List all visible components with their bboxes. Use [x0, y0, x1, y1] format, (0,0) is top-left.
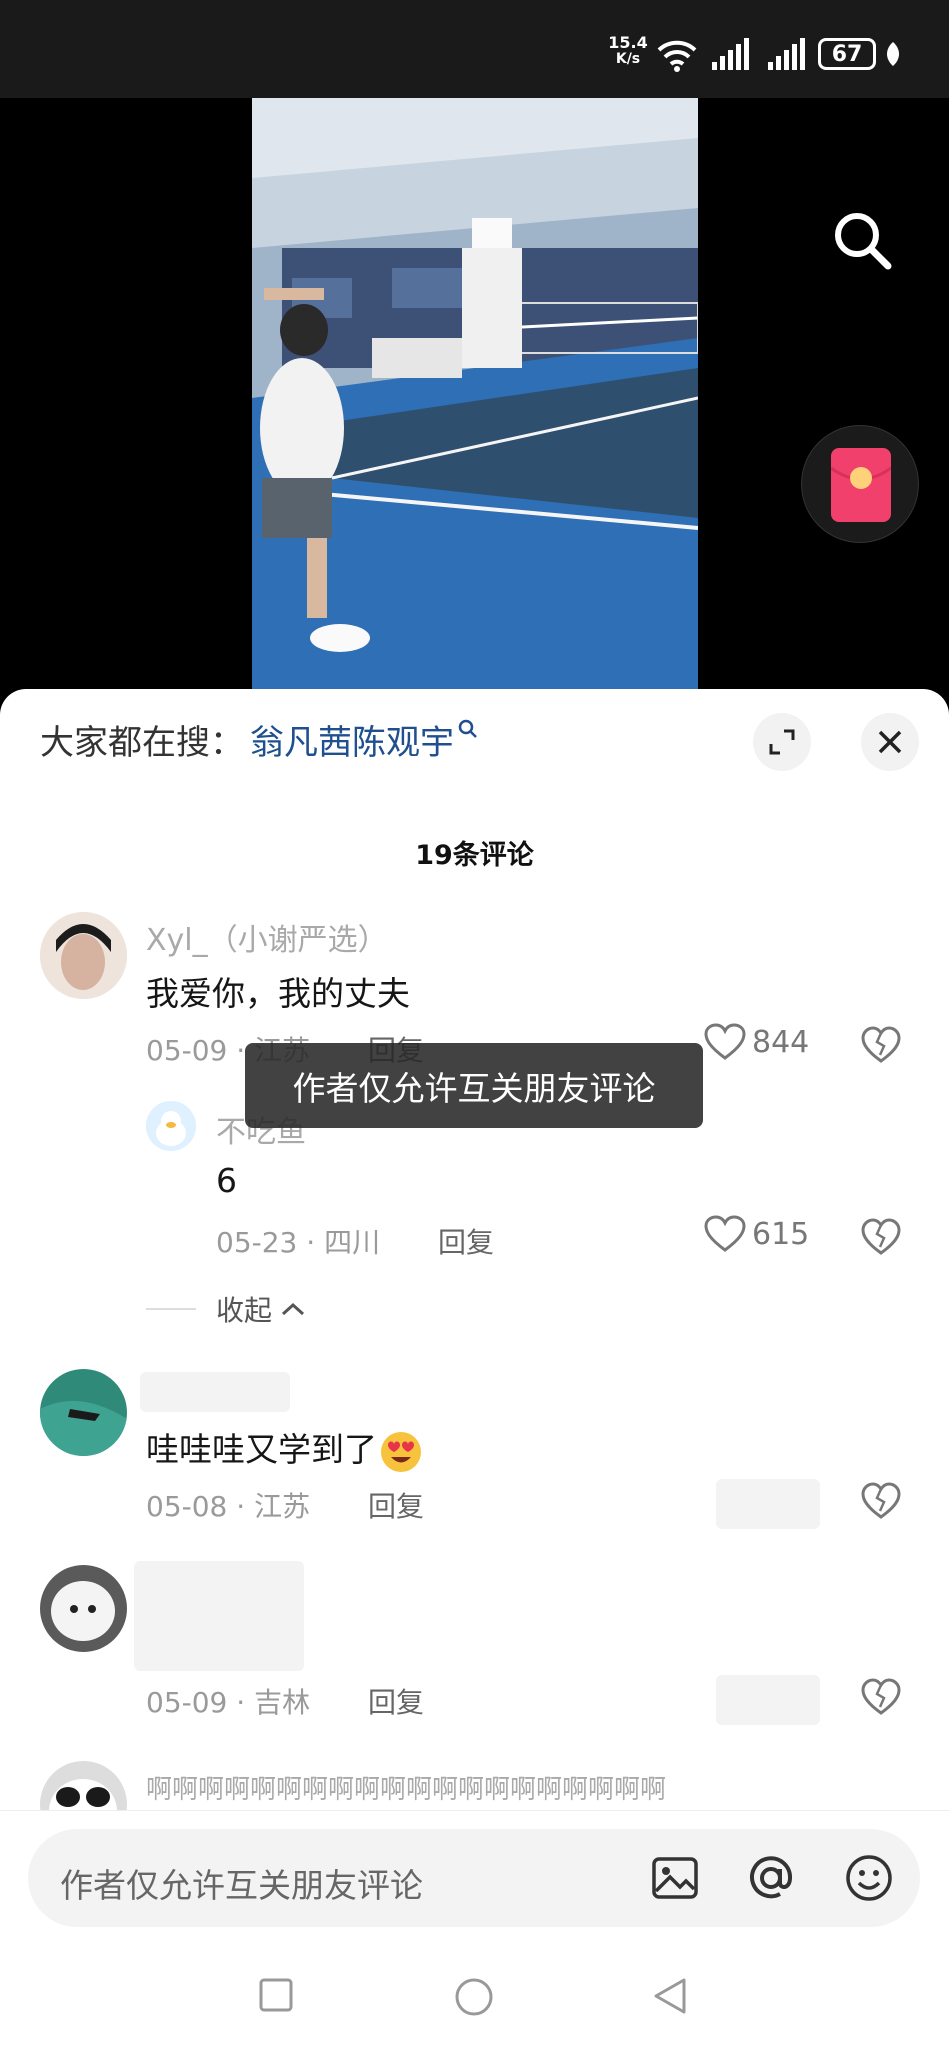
comment-author[interactable]: 啊啊啊啊啊啊啊啊啊啊啊啊啊啊啊啊啊啊啊啊	[146, 1769, 666, 1806]
expand-icon	[769, 729, 795, 755]
comment-text: 哇哇哇又学到了	[146, 1423, 423, 1474]
at-icon[interactable]	[746, 1853, 796, 1903]
like-area-blurred	[716, 1479, 820, 1529]
network-speed: 15.4 K/s	[606, 34, 650, 68]
avatar[interactable]	[40, 1565, 127, 1652]
comment-count: 19条评论	[415, 840, 534, 871]
broken-heart-icon[interactable]	[861, 1025, 901, 1065]
nav-back-icon[interactable]	[652, 1977, 688, 2015]
hot-search-prefix: 大家都在搜：	[40, 723, 244, 763]
nav-recent-icon[interactable]	[258, 1977, 294, 2013]
comment-input-bar: 作者仅允许互关朋友评论	[0, 1810, 949, 2048]
like-button[interactable]: 615	[704, 1215, 809, 1253]
comment-text-content: 哇哇哇又学到了	[146, 1430, 377, 1469]
nav-home-icon[interactable]	[454, 1977, 494, 2017]
net-speed-unit: K/s	[615, 51, 641, 67]
like-count: 844	[752, 1024, 810, 1060]
heart-icon	[704, 1023, 746, 1060]
heart-eyes-emoji-icon	[381, 1431, 421, 1472]
divider	[146, 1308, 196, 1310]
wifi-icon	[657, 40, 697, 72]
search-icon[interactable]	[458, 719, 478, 739]
collapse-replies-button[interactable]: 收起	[146, 1289, 306, 1329]
comment-text: 我爱你，我的丈夫	[146, 974, 410, 1013]
input-placeholder: 作者仅允许互关朋友评论	[60, 1866, 423, 1905]
red-packet-button[interactable]	[801, 425, 919, 543]
red-packet-icon	[831, 448, 891, 522]
avatar[interactable]	[40, 1369, 127, 1456]
signal-icon-1	[712, 38, 749, 70]
leaf-icon	[886, 42, 900, 66]
battery-level: 67	[831, 41, 863, 67]
reply-button[interactable]: 回复	[368, 1681, 424, 1721]
reply-meta: 05-23 · 四川	[216, 1226, 381, 1259]
broken-heart-icon[interactable]	[861, 1481, 901, 1521]
comment-author[interactable]: Xyl_（小谢严选）	[146, 915, 388, 959]
broken-heart-icon[interactable]	[861, 1217, 901, 1257]
hot-search-bar: 大家都在搜： 翁凡茜陈观宇	[40, 715, 478, 764]
expand-button[interactable]	[753, 713, 811, 771]
heart-icon	[704, 1215, 746, 1252]
image-icon[interactable]	[650, 1853, 700, 1903]
comment-input[interactable]: 作者仅允许互关朋友评论	[28, 1829, 920, 1927]
tennis-court-video	[252, 98, 698, 690]
video-player[interactable]	[0, 98, 949, 698]
broken-heart-icon[interactable]	[861, 1677, 901, 1717]
reply-text: 6	[216, 1161, 237, 1200]
collapse-label: 收起	[216, 1294, 273, 1327]
avatar[interactable]	[40, 912, 127, 999]
comment-meta: 05-09 · 吉林	[146, 1686, 311, 1719]
emoji-icon[interactable]	[844, 1853, 894, 1903]
hot-search-term[interactable]: 翁凡茜陈观宇	[250, 723, 454, 763]
video-frame[interactable]	[252, 98, 698, 690]
chevron-up-icon	[282, 1302, 305, 1316]
reply-button[interactable]: 回复	[438, 1221, 494, 1261]
toast-message: 作者仅允许互关朋友评论	[245, 1043, 703, 1128]
like-area-blurred	[716, 1675, 820, 1725]
battery-icon: 67	[818, 38, 876, 70]
like-button[interactable]: 844	[704, 1023, 809, 1061]
reply-button[interactable]: 回复	[368, 1485, 424, 1525]
close-button[interactable]	[861, 713, 919, 771]
comment-content-blurred	[134, 1561, 304, 1671]
comment-author-blurred	[140, 1372, 290, 1412]
status-bar: 15.4 K/s 67	[0, 0, 949, 98]
comment-meta: 05-08 · 江苏	[146, 1490, 311, 1523]
signal-icon-2	[768, 38, 805, 70]
avatar[interactable]	[146, 1101, 196, 1151]
net-speed-value: 15.4	[608, 33, 648, 52]
search-icon[interactable]	[830, 208, 894, 272]
like-count: 615	[752, 1216, 810, 1252]
close-icon	[878, 730, 902, 754]
